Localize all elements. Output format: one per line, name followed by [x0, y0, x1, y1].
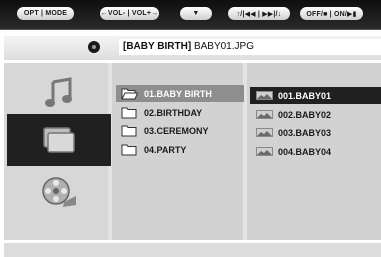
folder-label: 04.PARTY — [144, 144, 187, 155]
file-item[interactable]: 001.BABY01 — [250, 87, 381, 104]
folder-icon — [121, 143, 138, 156]
folder-item[interactable]: 01.BABY BIRTH — [116, 85, 244, 102]
photo-stack-icon — [43, 127, 75, 153]
folder-label: 02.BIRTHDAY — [144, 107, 203, 118]
track-nav-button[interactable]: ↑/|◀◀ | ▶▶|/↓ — [228, 7, 290, 20]
folder-open-icon — [121, 87, 138, 100]
chevron-down-button[interactable]: ▼ — [180, 7, 212, 20]
current-folder-label: [BABY BIRTH] — [123, 41, 192, 52]
sidebar-item-music[interactable] — [7, 67, 111, 119]
file-label: 003.BABY03 — [278, 127, 332, 138]
image-thumbnail-icon — [256, 147, 273, 156]
folder-item[interactable]: 04.PARTY — [116, 141, 244, 158]
file-label: 004.BABY04 — [278, 146, 332, 157]
folder-item[interactable]: 02.BIRTHDAY — [116, 104, 244, 121]
film-reel-icon — [42, 177, 76, 207]
folder-label: 03.CEREMONY — [144, 125, 209, 136]
sidebar-item-photo[interactable] — [7, 114, 111, 166]
chevron-down-icon: ▼ — [192, 10, 200, 17]
folder-icon — [121, 106, 138, 119]
image-thumbnail-icon — [256, 91, 273, 100]
file-label: 001.BABY01 — [278, 90, 332, 101]
opt-mode-button[interactable]: OPT | MODE — [17, 7, 74, 20]
file-item[interactable]: 003.BABY03 — [250, 124, 381, 141]
folder-icon — [121, 124, 138, 137]
file-label: 002.BABY02 — [278, 109, 332, 120]
image-thumbnail-icon — [256, 128, 273, 137]
folder-item[interactable]: 03.CEREMONY — [116, 122, 244, 139]
sidebar-item-video[interactable] — [7, 166, 111, 218]
file-item[interactable]: 004.BABY04 — [250, 143, 381, 160]
music-note-icon — [45, 77, 72, 107]
image-thumbnail-icon — [256, 110, 273, 119]
power-play-button[interactable]: OFF/■ | ON/▶▮ — [300, 7, 363, 20]
folder-label: 01.BABY BIRTH — [144, 88, 212, 99]
volume-button[interactable]: ←VOL- | VOL+→ — [100, 7, 159, 20]
current-file-label: BABY01.JPG — [193, 41, 254, 52]
status-footer — [4, 243, 381, 257]
current-path: [BABY BIRTH] BABY01.JPG — [119, 39, 381, 55]
file-item[interactable]: 002.BABY02 — [250, 106, 381, 123]
disc-icon — [88, 41, 100, 53]
